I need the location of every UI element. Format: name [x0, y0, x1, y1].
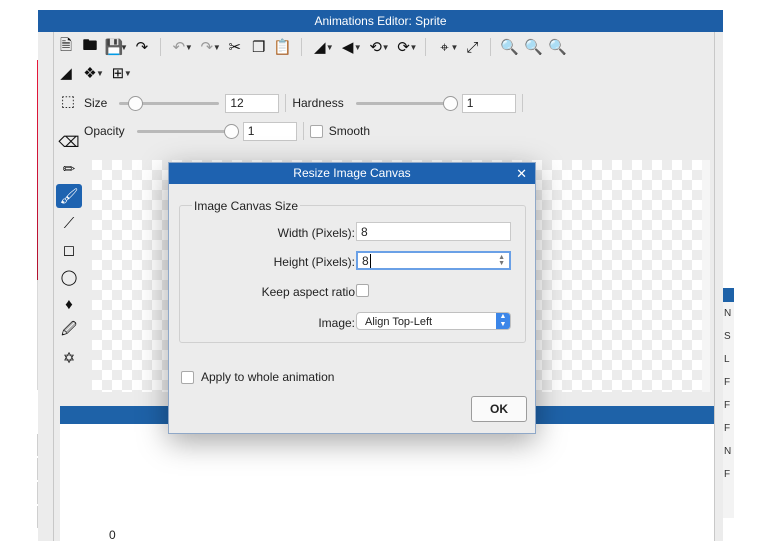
options-divider [521, 94, 523, 112]
selection-icon[interactable]: ⬚ [56, 90, 80, 112]
options-divider [285, 94, 287, 112]
main-toolbar: 🗎 🖿 💾 ▼ ↷ ↶ ▼ ↷ ▼ ✂ ❐ 📋 ◢ ▼ ◀ ▼ ⟲ ▼ ⟳ ▼ ⌖ ▼ ⤢ 🔍 … [54, 34, 569, 60]
dialog-title-text: Resize Image Canvas [293, 166, 411, 180]
window-title: Animations Editor: Sprite [38, 10, 723, 32]
keep-aspect-checkbox[interactable] [356, 284, 369, 297]
rotate-right-dropdown-icon[interactable]: ▼ [410, 43, 418, 52]
height-input[interactable]: 8 ▲ ▼ [356, 251, 511, 270]
pencil-icon[interactable]: ✏ [56, 157, 82, 181]
zoom-out-icon[interactable]: 🔍 [521, 36, 545, 58]
undo-dropdown-icon[interactable]: ▼ [185, 43, 193, 52]
eyedropper-icon[interactable]: 🖉 [56, 319, 82, 343]
brush-options-row: Size 12 Hardness 1 [84, 91, 529, 115]
image-label: Image: [318, 316, 355, 330]
move-icon[interactable]: ✡ [56, 346, 82, 370]
close-icon[interactable]: ✕ [516, 163, 527, 184]
rectangle-icon[interactable]: ◻ [56, 238, 82, 262]
height-value: 8 [362, 254, 369, 268]
open-folder-icon[interactable]: 🖿 [78, 36, 102, 58]
flip-h-dropdown-icon[interactable]: ▼ [326, 43, 334, 52]
toolbar-divider [300, 38, 302, 56]
height-row: Height (Pixels): 8 ▲ ▼ [180, 251, 525, 273]
resize-icon[interactable]: ⤢ [460, 36, 484, 58]
aspect-label: Keep aspect ratio [261, 285, 355, 299]
hardness-slider-knob[interactable] [442, 95, 458, 111]
hardness-slider[interactable] [355, 95, 458, 111]
hardness-label: Hardness [292, 96, 344, 110]
dialog-title: Resize Image Canvas ✕ [169, 163, 535, 184]
apply-whole-animation-checkbox[interactable] [181, 370, 194, 384]
redo-dropdown-icon[interactable]: ▼ [213, 43, 221, 52]
tool-palette: ⌫ ✏ 🖌 ⟋ ◻ ◯ ♦ 🖉 ✡ [54, 127, 86, 373]
zoom-in-icon[interactable]: 🔍 [497, 36, 521, 58]
height-label: Height (Pixels): [273, 255, 355, 269]
save-dropdown-icon[interactable]: ▼ [120, 43, 128, 52]
flip-v-dropdown-icon[interactable]: ▼ [354, 43, 362, 52]
apply-row: Apply to whole animation [181, 370, 334, 384]
eraser-icon[interactable]: ⌫ [56, 130, 82, 154]
image-row: Image: Align Top-Left ▲ ▼ [180, 312, 525, 334]
layers-dropdown-icon[interactable]: ▼ [96, 69, 104, 78]
size-input[interactable]: 12 [225, 93, 280, 113]
background-left-area [0, 0, 38, 541]
smooth-label: Smooth [328, 124, 371, 138]
save-as-icon[interactable]: ↷ [130, 36, 154, 58]
zoom-fit-icon[interactable]: 🔍 [545, 36, 569, 58]
line-icon[interactable]: ⟋ [56, 211, 82, 235]
group-label: Image Canvas Size [192, 199, 301, 213]
size-slider[interactable] [119, 95, 220, 111]
aspect-row: Keep aspect ratio [180, 281, 525, 303]
new-file-icon[interactable]: 🗎 [54, 36, 78, 58]
timeline-panel: 0 [60, 424, 714, 542]
width-row: Width (Pixels): 8 [180, 222, 525, 244]
secondary-toolbar: ◢ ❖ ▼ ⊞ ▼ [54, 60, 134, 86]
opacity-input[interactable]: 1 [242, 121, 297, 141]
ellipse-icon[interactable]: ◯ [56, 265, 82, 289]
width-label: Width (Pixels): [277, 226, 355, 240]
frame-number: 0 [109, 528, 116, 542]
width-input[interactable]: 8 [356, 222, 511, 241]
smooth-checkbox[interactable] [309, 124, 323, 138]
crop-dropdown-icon[interactable]: ▼ [450, 43, 458, 52]
chevron-updown-icon[interactable]: ▲ ▼ [496, 313, 510, 329]
resize-canvas-dialog: Resize Image Canvas ✕ Image Canvas Size … [168, 162, 536, 434]
image-align-value: Align Top-Left [365, 316, 433, 328]
canvas-scrollbar[interactable] [702, 160, 710, 392]
opacity-options-row: Opacity 1 Smooth [84, 119, 370, 143]
apply-label: Apply to whole animation [201, 370, 335, 384]
copy-icon[interactable]: ❐ [247, 36, 271, 58]
size-slider-knob[interactable] [128, 95, 144, 111]
paste-icon[interactable]: 📋 [271, 36, 295, 58]
opacity-label: Opacity [84, 124, 125, 138]
text-cursor [369, 254, 371, 268]
size-label: Size [84, 96, 108, 110]
color-swap-icon[interactable]: ◢ [54, 62, 78, 84]
opacity-slider[interactable] [136, 123, 239, 139]
toolbar-divider [490, 38, 492, 56]
stepper-icon[interactable]: ▲ ▼ [498, 254, 505, 267]
cut-icon[interactable]: ✂ [223, 36, 247, 58]
toolbar-divider [159, 38, 161, 56]
rotate-left-dropdown-icon[interactable]: ▼ [382, 43, 390, 52]
image-align-select[interactable]: Align Top-Left ▲ ▼ [356, 312, 511, 330]
opacity-slider-knob[interactable] [223, 123, 239, 139]
grid-dropdown-icon[interactable]: ▼ [124, 69, 132, 78]
fill-icon[interactable]: ♦ [56, 292, 82, 316]
canvas-size-group: Image Canvas Size Width (Pixels): 8 Heig… [179, 199, 526, 343]
toolbar-divider [425, 38, 427, 56]
ok-button[interactable]: OK [471, 396, 527, 422]
hardness-input[interactable]: 1 [461, 93, 516, 113]
options-divider [302, 122, 304, 140]
brush-icon[interactable]: 🖌 [56, 184, 82, 208]
